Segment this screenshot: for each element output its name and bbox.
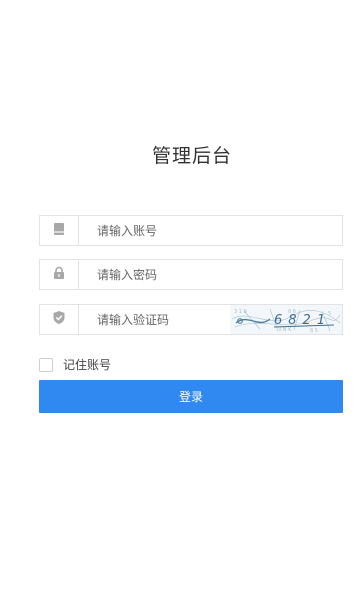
remember-checkbox[interactable] bbox=[39, 357, 53, 372]
login-page: 管理后台 请输入账号 请输入验证码 3 1 9 0 6 8 5 3 N K 5 … bbox=[0, 0, 360, 600]
svg-text:8 5: 8 5 bbox=[310, 328, 318, 334]
svg-text:3 1 9: 3 1 9 bbox=[234, 309, 247, 315]
password-icon-box bbox=[40, 260, 79, 289]
shield-check-icon bbox=[52, 310, 66, 329]
captcha-field: 3 1 9 0 6 8 5 3 N K 5 6821 bbox=[39, 304, 343, 335]
captcha-icon-box bbox=[40, 305, 79, 334]
account-input[interactable] bbox=[79, 216, 342, 245]
captcha-image[interactable]: 3 1 9 0 6 8 5 3 N K 5 6821 bbox=[230, 305, 342, 334]
remember-account: 记住账号 bbox=[39, 356, 111, 373]
account-card-icon bbox=[53, 221, 65, 240]
captcha-input[interactable] bbox=[79, 305, 230, 334]
remember-label: 记住账号 bbox=[63, 358, 112, 372]
login-button[interactable]: 登录 bbox=[39, 380, 343, 413]
page-title: 管理后台 bbox=[151, 145, 232, 167]
lock-icon bbox=[52, 265, 66, 284]
password-input[interactable] bbox=[79, 260, 342, 289]
password-field bbox=[39, 259, 343, 290]
account-field bbox=[39, 215, 343, 246]
account-icon-box bbox=[40, 216, 79, 245]
